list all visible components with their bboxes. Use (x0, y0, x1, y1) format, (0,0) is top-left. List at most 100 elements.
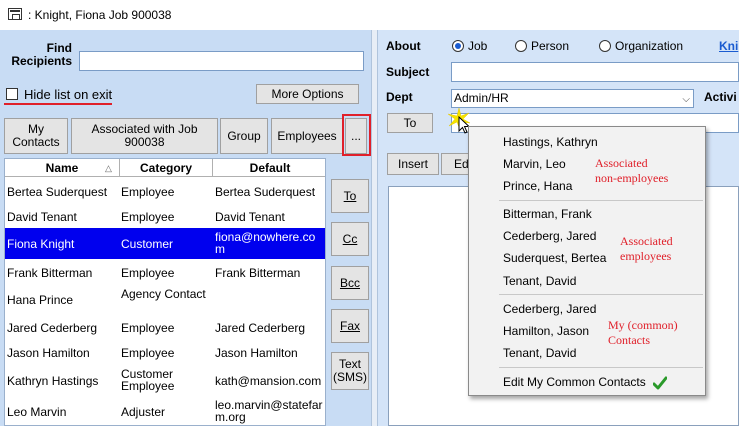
activity-label: Activi (704, 90, 737, 104)
menu-item[interactable]: Hamilton, Jason (503, 324, 589, 338)
menu-item[interactable]: Cederberg, Jared (503, 229, 596, 243)
menu-item[interactable]: Cederberg, Jared (503, 302, 596, 316)
checkmark-icon (653, 376, 667, 390)
column-header-category[interactable]: Category (120, 161, 212, 175)
find-label-line1: Find Recipients (11, 41, 72, 68)
dept-value: Admin/HR (454, 91, 509, 105)
fax-label: Fax (339, 318, 360, 333)
about-person-label: Person (531, 39, 570, 53)
menu-item[interactable]: Suderquest, Bertea (503, 251, 606, 265)
title-bar: : Knight, Fiona Job 900038 (0, 0, 739, 30)
table-row[interactable]: Jason Hamilton Employee Jason Hamilton (5, 341, 325, 365)
insert-button[interactable]: Insert (387, 153, 439, 175)
subject-input[interactable] (451, 62, 739, 82)
find-recipients-input[interactable] (79, 51, 364, 71)
cell-name: Leo Marvin (7, 405, 67, 419)
about-link[interactable]: Kni (719, 39, 738, 53)
about-label: About (386, 39, 421, 53)
menu-separator (499, 367, 703, 368)
window-icon (8, 8, 22, 20)
tab-associated-label: Associated with Job 900038 (91, 122, 198, 149)
about-person-radio[interactable] (515, 40, 527, 52)
menu-separator (499, 294, 703, 295)
cell-default: kath@mansion.com (215, 374, 322, 388)
hide-list-label: Hide list on exit (24, 87, 113, 102)
menu-item[interactable]: Marvin, Leo (503, 157, 566, 171)
dept-select[interactable]: Admin/HR ⌵ (451, 89, 694, 108)
cell-category: Customer (121, 237, 174, 251)
cell-category: Adjuster (121, 405, 166, 419)
annotation-associated-employees: Associated employees (620, 234, 673, 263)
cell-default: David Tenant (215, 210, 285, 224)
table-row[interactable]: Jared Cederberg Employee Jared Cederberg (5, 316, 325, 340)
cell-default: leo.marvin@statefarm.org (215, 398, 323, 424)
add-bcc-button[interactable]: Bcc (331, 266, 369, 300)
chevron-down-icon: ⌵ (682, 94, 690, 105)
cell-category: Agency Contact (121, 287, 206, 301)
annotation-associated-non-employees: Associated non-employees (595, 156, 669, 185)
subject-label: Subject (386, 65, 430, 79)
table-row[interactable]: David Tenant Employee David Tenant (5, 206, 325, 228)
recipient-popup-menu: Hastings, Kathryn Marvin, Leo Prince, Ha… (468, 126, 706, 396)
add-cc-button[interactable]: Cc (331, 222, 369, 256)
cell-name: David Tenant (7, 210, 77, 224)
contacts-grid: Name △ Category Default Bertea Suderques… (4, 158, 326, 426)
about-job-label: Job (468, 39, 488, 53)
menu-item[interactable]: Hastings, Kathryn (503, 135, 598, 149)
panel-splitter[interactable] (371, 30, 378, 426)
sms-label: Text (SMS) (333, 357, 367, 384)
window-title: : Knight, Fiona Job 900038 (28, 8, 172, 22)
about-organization-radio[interactable] (599, 40, 611, 52)
cell-name: Fiona Knight (7, 237, 75, 251)
cell-name: Bertea Suderquest (7, 185, 108, 199)
annotation-my-common-contacts: My (common) Contacts (608, 318, 678, 347)
cc-label: Cc (342, 231, 358, 246)
menu-item-edit-common-contacts[interactable]: Edit My Common Contacts (503, 375, 646, 389)
table-row[interactable]: Frank Bitterman Employee Frank Bitterman (5, 261, 325, 285)
hide-list-checkbox[interactable] (6, 88, 18, 100)
cell-category: Employee (121, 266, 175, 280)
cell-category: Employee (121, 185, 175, 199)
menu-item[interactable]: Bitterman, Frank (503, 207, 592, 221)
sort-ascending-icon: △ (105, 163, 112, 173)
add-sms-button[interactable]: Text (SMS) (331, 352, 369, 390)
table-row[interactable]: Bertea Suderquest Employee Bertea Suderq… (5, 181, 325, 203)
cell-name: Hana Prince (7, 293, 74, 307)
cell-default: Jason Hamilton (215, 346, 298, 360)
annotation-highlight-box (342, 114, 371, 156)
table-row[interactable]: Kathryn Hastings Customer Employee kath@… (5, 366, 325, 397)
find-recipients-label: Find Recipients (6, 42, 72, 68)
column-header-default[interactable]: Default (213, 161, 325, 175)
cell-category: Customer Employee (121, 367, 175, 393)
add-to-button[interactable]: To (331, 179, 369, 213)
cell-name: Jared Cederberg (7, 321, 98, 335)
menu-item[interactable]: Tenant, David (503, 274, 576, 288)
tab-employees[interactable]: Employees (271, 118, 343, 154)
table-row[interactable]: Leo Marvin Adjuster leo.marvin@statefarm… (5, 397, 325, 425)
to-recipients-button[interactable]: To (387, 113, 433, 133)
annotation-underline (4, 103, 112, 105)
cell-name: Jason Hamilton (7, 346, 90, 360)
tab-group[interactable]: Group (220, 118, 268, 154)
recipients-panel: Find Recipients Hide list on exit More O… (0, 30, 371, 426)
cell-category: Employee (121, 346, 175, 360)
cell-default: Jared Cederberg (215, 321, 306, 335)
about-organization-label: Organization (615, 39, 684, 53)
more-options-button[interactable]: More Options (256, 84, 359, 104)
table-row-selected[interactable]: Fiona Knight Customer fiona@nowhere.com (5, 228, 325, 259)
cell-default: Frank Bitterman (215, 266, 301, 280)
column-header-name[interactable]: Name (5, 161, 119, 175)
menu-item[interactable]: Tenant, David (503, 346, 576, 360)
table-row[interactable]: Hana Prince Agency Contact (5, 286, 325, 315)
to-label: To (343, 188, 357, 203)
add-fax-button[interactable]: Fax (331, 309, 369, 343)
menu-separator (499, 200, 703, 201)
menu-item[interactable]: Prince, Hana (503, 179, 572, 193)
grid-header: Name △ Category Default (5, 159, 325, 177)
tab-my-contacts[interactable]: My Contacts (4, 118, 68, 154)
cell-category: Employee (121, 321, 175, 335)
cell-category: Employee (121, 210, 175, 224)
tab-associated-with-job[interactable]: Associated with Job 900038 (71, 118, 218, 154)
about-job-radio[interactable] (452, 40, 464, 52)
cell-name: Kathryn Hastings (7, 374, 99, 388)
